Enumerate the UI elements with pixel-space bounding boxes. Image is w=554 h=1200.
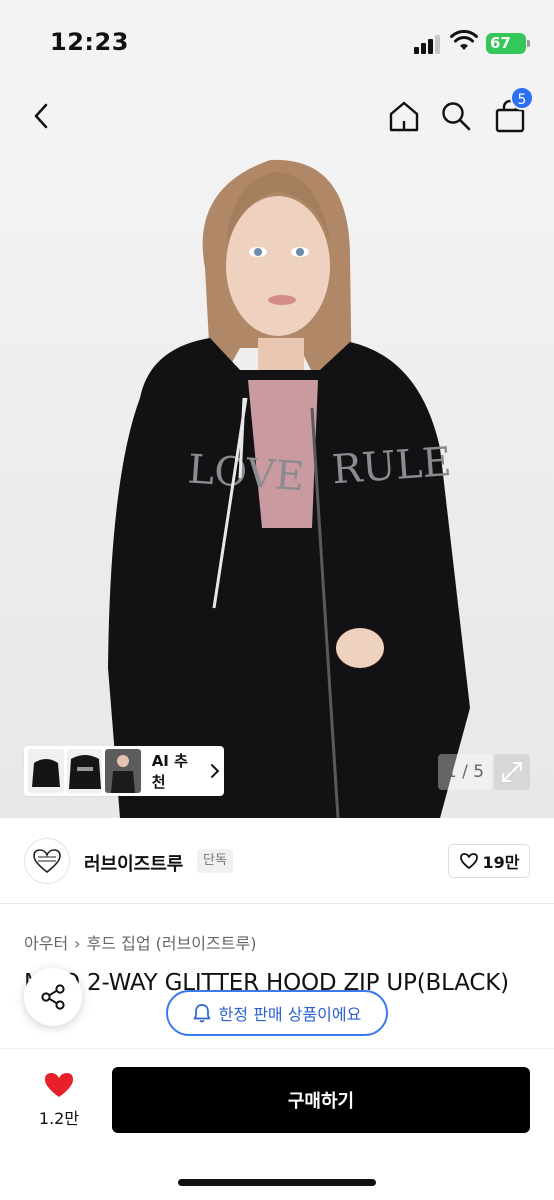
brand-like-count: 19만	[482, 853, 520, 872]
home-button[interactable]	[382, 94, 426, 138]
recommend-thumb-1[interactable]	[28, 749, 64, 793]
battery-level: 67	[490, 34, 511, 52]
recommend-thumb-2[interactable]	[66, 749, 103, 793]
wishlist-count: 1.2만	[38, 1109, 80, 1128]
wifi-icon	[450, 29, 478, 54]
status-time: 12:23	[50, 28, 129, 56]
limited-sale-notice[interactable]: 한정 판매 상품이에요	[166, 990, 388, 1036]
chevron-right-icon	[211, 764, 220, 778]
ai-recommend-strip[interactable]: AI 추천	[24, 746, 224, 796]
top-nav: 5	[0, 86, 554, 148]
cart-count-badge: 5	[510, 86, 534, 110]
buy-button[interactable]: 구매하기	[112, 1067, 530, 1133]
expand-image-button[interactable]	[494, 754, 530, 790]
search-button[interactable]	[434, 94, 478, 138]
brand-logo[interactable]	[24, 838, 70, 884]
category-breadcrumb: 아우터 › 후드 집업 (러브이즈트루)	[24, 930, 256, 954]
product-image-gallery[interactable]: LOVE RULE AI 추천 1 / 5	[0, 148, 554, 818]
limited-sale-label: 한정 판매 상품이에요	[218, 1005, 362, 1024]
cellular-signal-icon	[414, 34, 442, 54]
category-level-1[interactable]: 아우터	[24, 934, 68, 953]
share-icon	[41, 984, 65, 1010]
heart-logo-icon	[33, 849, 61, 874]
heart-filled-icon	[45, 1073, 73, 1097]
chevron-left-icon	[34, 103, 48, 129]
status-bar: 12:23 67	[0, 0, 554, 88]
recommend-thumb-3[interactable]	[105, 749, 141, 793]
share-button[interactable]	[24, 968, 82, 1026]
bottom-action-bar: 1.2만 구매하기	[0, 1048, 554, 1200]
search-icon	[442, 102, 471, 131]
wishlist-button[interactable]: 1.2만	[28, 1071, 90, 1131]
battery-icon: 67	[486, 33, 530, 54]
category-level-2[interactable]: 후드 집업 (러브이즈트루)	[87, 934, 257, 953]
cart-button[interactable]: 5	[488, 86, 534, 138]
expand-icon	[502, 762, 522, 782]
image-page-indicator: 1 / 5	[438, 754, 492, 790]
brand-name[interactable]: 러브이즈트루	[84, 850, 183, 876]
back-button[interactable]	[20, 94, 64, 138]
brand-like-button[interactable]: 19만	[448, 844, 530, 878]
breadcrumb-separator-icon: ›	[74, 934, 81, 953]
home-icon	[389, 101, 419, 132]
heart-outline-icon	[459, 853, 478, 869]
ai-recommend-label: AI 추천	[151, 752, 188, 791]
product-photo: LOVE RULE	[108, 159, 470, 818]
exclusive-badge: 단독	[197, 849, 233, 873]
svg-text:RULE: RULE	[330, 439, 453, 493]
svg-text:LOVE: LOVE	[186, 446, 306, 500]
home-indicator	[178, 1179, 376, 1186]
brand-row: 러브이즈트루 단독 19만	[0, 818, 554, 904]
bell-icon	[193, 1004, 211, 1023]
